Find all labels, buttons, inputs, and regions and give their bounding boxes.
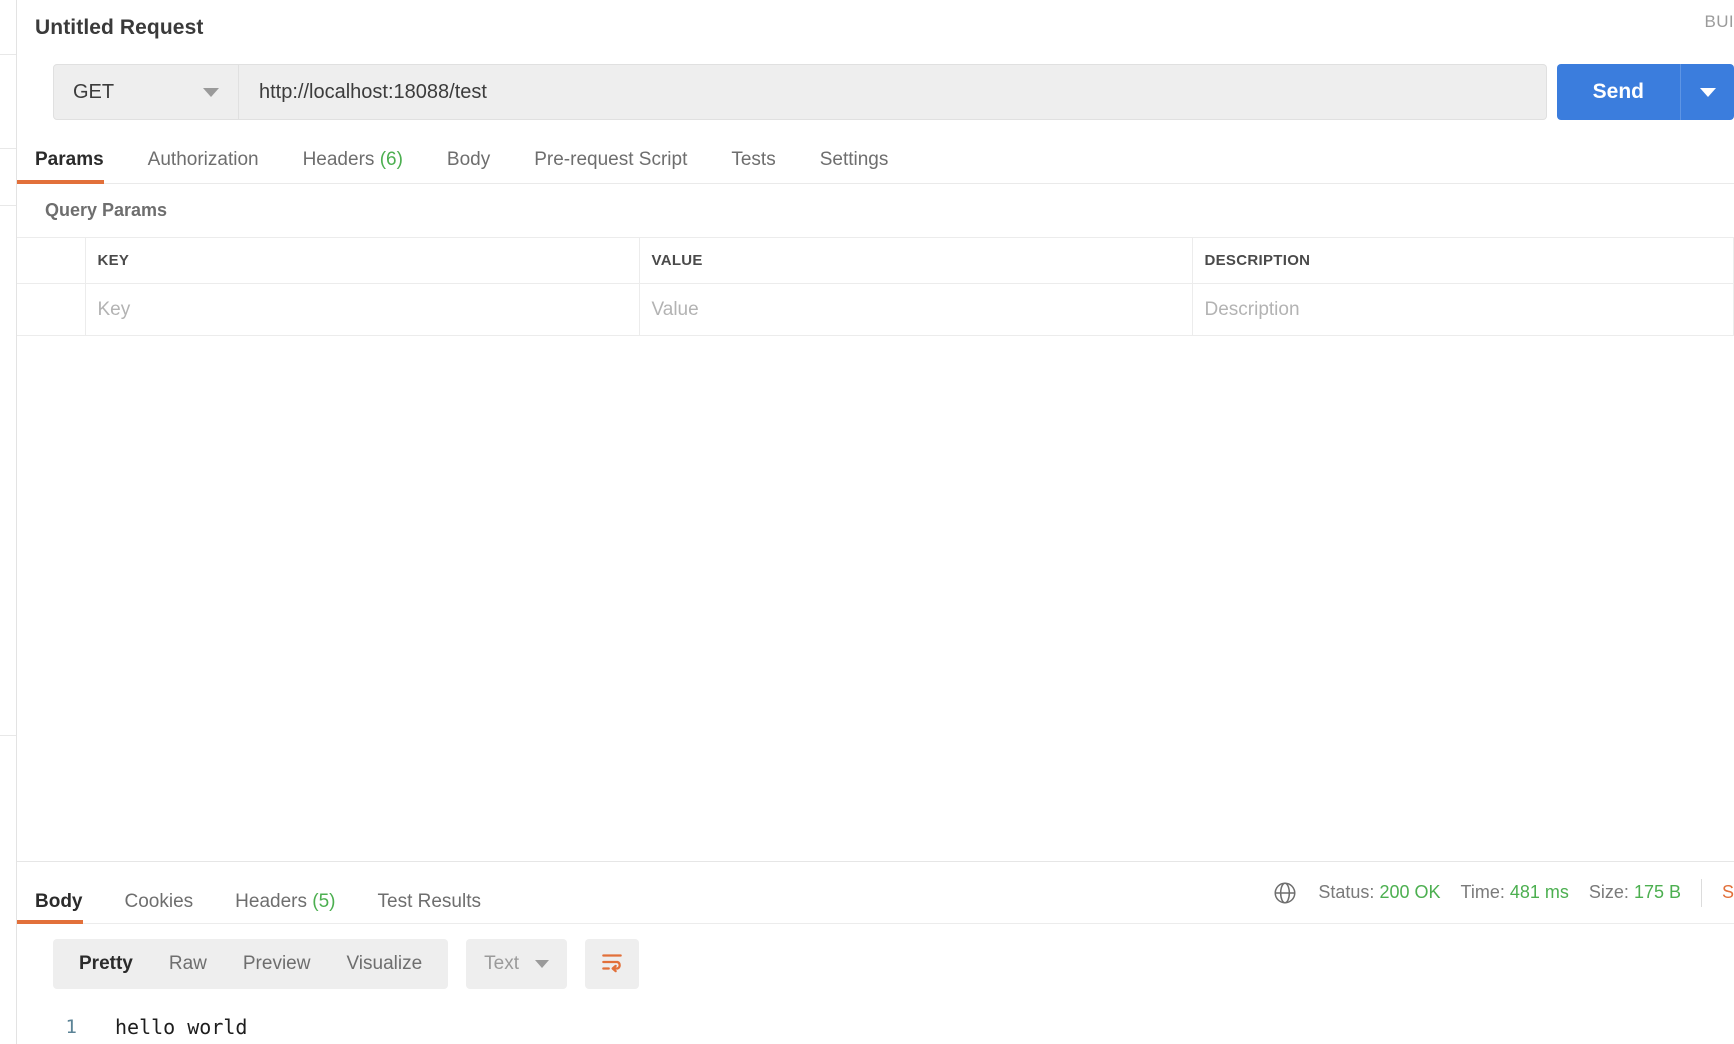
- param-description-input[interactable]: Description: [1191, 283, 1734, 336]
- tab-params[interactable]: Params: [17, 149, 104, 184]
- time-value: 481 ms: [1509, 882, 1569, 902]
- tab-headers[interactable]: Headers (6): [303, 149, 403, 183]
- send-group: Send: [1556, 64, 1734, 120]
- tab-tests[interactable]: Tests: [731, 149, 775, 183]
- chevron-down-icon: [535, 960, 550, 968]
- tab-body[interactable]: Body: [447, 149, 490, 183]
- send-button[interactable]: Send: [1556, 64, 1680, 120]
- tab-count: (5): [312, 891, 336, 912]
- send-options-button[interactable]: [1680, 64, 1734, 120]
- body-format-select[interactable]: Text: [466, 939, 568, 989]
- time-badge: Time: 481 ms: [1461, 882, 1569, 903]
- sidebar-divider: [0, 735, 16, 736]
- column-header-description: DESCRIPTION: [1191, 237, 1734, 284]
- url-value: http://localhost:18088/test: [259, 80, 487, 103]
- row-checkbox-cell[interactable]: [17, 283, 86, 336]
- column-header-key: KEY: [84, 237, 640, 284]
- tab-label: Authorization: [147, 149, 259, 170]
- sidebar-edge: [0, 0, 17, 1044]
- query-params-section: Query Params KEY VALUE DESCRIPTION Key V…: [17, 184, 1734, 861]
- meta-divider: [1700, 878, 1702, 907]
- tab-label: Body: [35, 891, 83, 912]
- word-wrap-icon: [599, 949, 625, 980]
- size-value: 175 B: [1633, 882, 1681, 902]
- response-tab-headers[interactable]: Headers (5): [235, 891, 335, 923]
- tab-settings[interactable]: Settings: [820, 149, 889, 183]
- save-response-button[interactable]: S: [1722, 882, 1734, 903]
- status-badge: Status: 200 OK: [1318, 882, 1440, 903]
- view-preview-button[interactable]: Preview: [225, 939, 329, 989]
- param-key-input[interactable]: Key: [84, 283, 640, 336]
- tab-label: Headers: [235, 891, 307, 912]
- tab-pre-request-script[interactable]: Pre-request Script: [534, 149, 687, 183]
- response-view-toolbar: Pretty Raw Preview Visualize Text: [17, 924, 1734, 1004]
- response-tab-test-results[interactable]: Test Results: [378, 891, 481, 923]
- request-tab-bar: Params Authorization Headers (6) Body Pr…: [17, 128, 1734, 184]
- url-bar: GET http://localhost:18088/test Send: [17, 56, 1734, 128]
- column-header-value: VALUE: [638, 237, 1193, 284]
- page-title: Untitled Request: [35, 16, 204, 39]
- response-meta: Status: 200 OK Time: 481 ms Size: 175 B …: [1272, 862, 1734, 923]
- response-view-segmented-control: Pretty Raw Preview Visualize: [53, 939, 449, 989]
- build-label: BUI: [1704, 12, 1734, 31]
- size-badge: Size: 175 B: [1589, 882, 1681, 903]
- select-all-header: [17, 237, 86, 284]
- status-value: 200 OK: [1379, 882, 1441, 902]
- param-value-input[interactable]: Value: [638, 283, 1193, 336]
- tab-label: Test Results: [377, 891, 481, 912]
- line-number: 1: [65, 1016, 77, 1038]
- query-params-heading: Query Params: [45, 200, 168, 220]
- chevron-down-icon: [1699, 87, 1716, 97]
- sidebar-divider: [0, 54, 16, 55]
- query-params-table: KEY VALUE DESCRIPTION Key Value Descript…: [17, 237, 1734, 336]
- code-line: hello world: [115, 1015, 248, 1039]
- http-method-select[interactable]: GET: [53, 64, 239, 120]
- tab-label: Body: [446, 149, 491, 170]
- chevron-down-icon: [203, 87, 219, 97]
- time-label: Time:: [1460, 882, 1505, 902]
- response-pane: Body Cookies Headers (5) Test Results St…: [17, 861, 1734, 1044]
- tab-label: Params: [35, 149, 104, 170]
- response-body-content: hello world: [93, 1010, 1734, 1044]
- size-label: Size:: [1588, 882, 1629, 902]
- response-tab-bar: Body Cookies Headers (5) Test Results St…: [17, 862, 1734, 924]
- response-body-viewer[interactable]: 1 hello world: [17, 1004, 1734, 1044]
- view-visualize-button[interactable]: Visualize: [328, 939, 440, 989]
- view-pretty-button[interactable]: Pretty: [61, 939, 151, 989]
- table-row: Key Value Description: [17, 283, 1734, 336]
- tab-count: (6): [379, 149, 403, 170]
- tab-label: Settings: [819, 149, 889, 170]
- tab-label: Headers: [302, 149, 375, 170]
- tab-label: Pre-request Script: [534, 149, 688, 170]
- sidebar-divider: [0, 205, 16, 206]
- tab-authorization[interactable]: Authorization: [148, 149, 259, 183]
- word-wrap-button[interactable]: [585, 939, 640, 989]
- tab-label: Tests: [731, 149, 776, 170]
- body-format-label: Text: [484, 953, 520, 974]
- view-raw-button[interactable]: Raw: [151, 939, 225, 989]
- request-workspace: Untitled Request BUI GET http://localhos…: [17, 0, 1734, 1044]
- globe-icon[interactable]: [1272, 880, 1298, 906]
- sidebar-divider: [0, 148, 16, 149]
- tab-label: Cookies: [124, 891, 194, 912]
- line-number-gutter: 1: [17, 1010, 93, 1044]
- response-tab-cookies[interactable]: Cookies: [125, 891, 194, 923]
- table-header-row: KEY VALUE DESCRIPTION: [17, 237, 1734, 284]
- response-tabs: Body Cookies Headers (5) Test Results: [17, 862, 523, 924]
- http-method-label: GET: [73, 80, 115, 103]
- response-tab-body[interactable]: Body: [17, 891, 83, 924]
- postman-window: Untitled Request BUI GET http://localhos…: [0, 0, 1734, 1044]
- url-input[interactable]: http://localhost:18088/test: [239, 64, 1547, 120]
- status-label: Status:: [1318, 882, 1375, 902]
- params-empty-space: [17, 336, 1734, 861]
- request-title-row: Untitled Request BUI: [17, 0, 1734, 56]
